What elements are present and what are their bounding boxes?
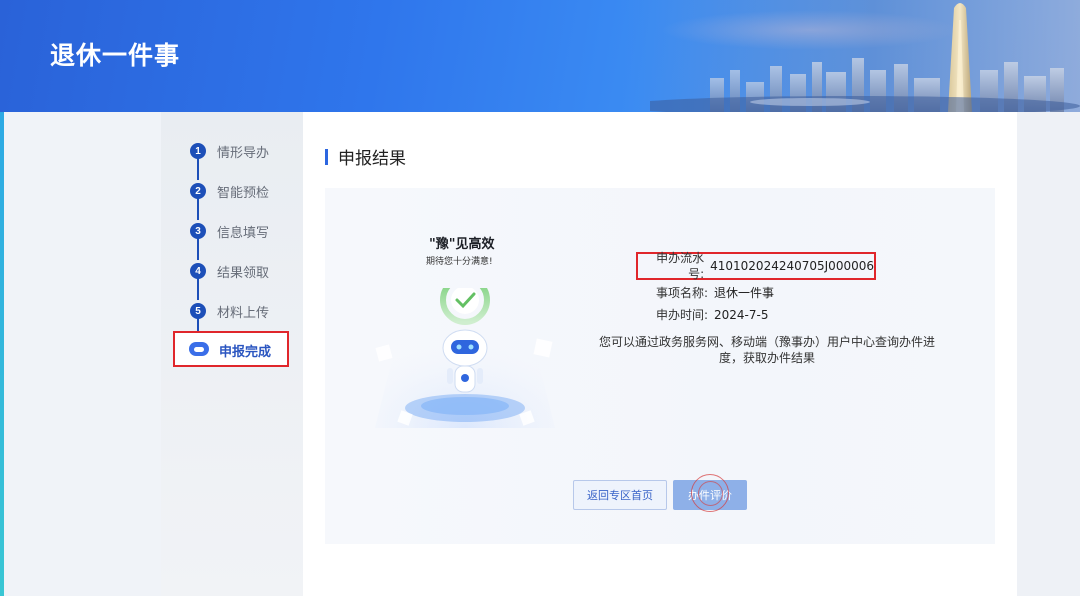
page-title: 退休一件事 (50, 41, 181, 70)
section-title-text: 申报结果 (338, 149, 406, 169)
steps-sidebar: 1 情形导办 2 智能预检 3 信息填写 4 结果领取 5 材料上传 申报完成 (161, 112, 303, 596)
serial-number-row: 申办流水号: 410102024240705J000006 (636, 251, 876, 281)
step-connector (197, 158, 199, 180)
step-3[interactable]: 3 信息填写 (161, 219, 303, 243)
header-banner: 退休一件事 (0, 0, 1080, 112)
step-2[interactable]: 2 智能预检 (161, 179, 303, 203)
item-label: 事项名称: (655, 286, 708, 300)
step-current-complete[interactable]: 申报完成 (173, 331, 289, 367)
step-4[interactable]: 4 结果领取 (161, 259, 303, 283)
item-name-row: 事项名称: 退休一件事 (640, 282, 980, 304)
step-current-label: 申报完成 (219, 345, 272, 360)
step-number: 3 (190, 223, 206, 239)
step-number: 2 (190, 183, 206, 199)
slogan-sub: 期待您十分满意! (426, 257, 493, 267)
step-connector (197, 238, 199, 260)
serial-value: 410102024240705J000006 (710, 259, 874, 273)
section-title: 申报结果 (325, 144, 406, 169)
title-accent-bar (325, 148, 328, 165)
serial-label: 申办流水号: (656, 251, 705, 281)
slogan-main: "豫"见高效 (429, 237, 495, 252)
step-label: 信息填写 (217, 225, 270, 241)
result-info: 申办流水号: 410102024240705J000006 事项名称: 退休一件… (636, 251, 980, 326)
step-1[interactable]: 1 情形导办 (161, 139, 303, 163)
right-gutter (1017, 112, 1080, 596)
step-label: 材料上传 (217, 305, 270, 321)
step-number: 5 (190, 303, 206, 319)
result-panel: "豫"见高效 期待您十分满意! 申办流水号: 410102024240705J0… (325, 188, 995, 544)
city-skyline-image (650, 3, 1080, 112)
step-connector (197, 278, 199, 300)
time-value: 2024-7-5 (714, 308, 769, 322)
step-number: 1 (190, 143, 206, 159)
apply-time-row: 申办时间: 2024-7-5 (640, 304, 980, 326)
step-label: 智能预检 (217, 185, 270, 201)
robot-icon (189, 342, 209, 356)
time-label: 申办时间: (655, 308, 708, 322)
step-connector (197, 198, 199, 220)
main-content: 申报结果 "豫"见高效 期待您十分满意! 申办流水号: 410102024240… (303, 112, 1017, 596)
progress-notice: 您可以通过政务服务网、移动端（豫事办）用户中心查询办件进度，获取办件结果 (598, 335, 935, 365)
robot-illustration (375, 288, 555, 428)
back-home-button[interactable]: 返回专区首页 (573, 480, 667, 510)
step-5[interactable]: 5 材料上传 (161, 299, 303, 323)
stamp-mark (691, 474, 729, 512)
item-value: 退休一件事 (714, 286, 775, 300)
step-label: 结果领取 (217, 265, 270, 281)
step-number: 4 (190, 263, 206, 279)
step-label: 情形导办 (217, 145, 270, 161)
